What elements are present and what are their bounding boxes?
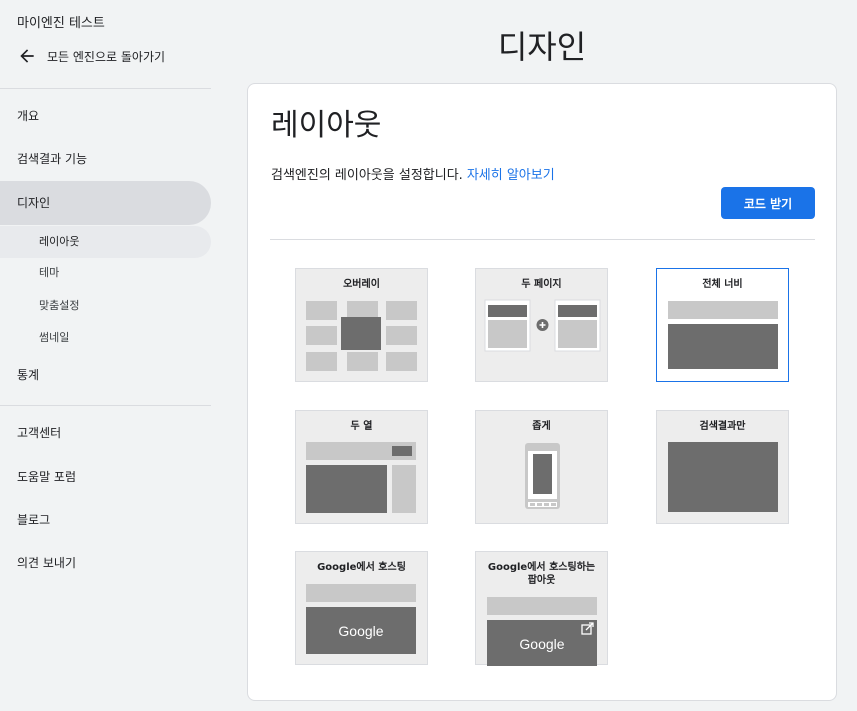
- card-description: 검색엔진의 레이아웃을 설정합니다. 자세히 알아보기: [271, 164, 555, 183]
- card-title: 레이아웃: [271, 108, 382, 143]
- get-code-button[interactable]: 코드 받기: [721, 187, 815, 219]
- sidebar-item-help-center[interactable]: 고객센터: [0, 411, 211, 455]
- sidebar-item-help-forum[interactable]: 도움말 포럼: [0, 455, 211, 499]
- layout-option-two-page[interactable]: 두 페이지: [475, 268, 608, 382]
- back-to-engines-link[interactable]: 모든 엔진으로 돌아가기: [17, 46, 165, 66]
- sidebar-item-overview[interactable]: 개요: [0, 94, 211, 138]
- phone-layout-icon: [525, 443, 560, 509]
- layout-option-google-hosted[interactable]: Google에서 호스팅 Google: [295, 551, 428, 665]
- sidebar-divider: [0, 405, 211, 406]
- card-divider: [270, 239, 815, 240]
- layout-option-overlay[interactable]: 오버레이: [295, 268, 428, 382]
- page-title: 디자인: [497, 28, 587, 66]
- layout-option-results-only[interactable]: 검색결과만: [656, 410, 789, 524]
- google-logo-text: Google: [519, 636, 564, 652]
- overlay-layout-icon: [306, 301, 417, 371]
- learn-more-link[interactable]: 자세히 알아보기: [467, 168, 555, 183]
- layout-option-compact[interactable]: 좁게: [475, 410, 608, 524]
- sidebar-item-feedback[interactable]: 의견 보내기: [0, 541, 211, 585]
- sidebar-item-blog[interactable]: 블로그: [0, 498, 211, 542]
- two-page-layout-icon: [484, 299, 601, 352]
- sidebar-subitem-theme[interactable]: 테마: [0, 257, 211, 289]
- layout-option-two-column[interactable]: 두 열: [295, 410, 428, 524]
- sidebar-item-design[interactable]: 디자인: [0, 181, 211, 225]
- google-popup-layout-icon: Google: [487, 597, 597, 666]
- google-logo-text: Google: [338, 623, 383, 639]
- full-width-layout-icon: [668, 301, 778, 369]
- back-label: 모든 엔진으로 돌아가기: [47, 49, 166, 64]
- sidebar-subitem-customize[interactable]: 맞춤설정: [0, 290, 211, 322]
- sidebar-subitem-layout[interactable]: 레이아웃: [0, 226, 211, 258]
- layout-option-full-width[interactable]: 전체 너비: [656, 268, 789, 382]
- description-text: 검색엔진의 레이아웃을 설정합니다.: [271, 168, 463, 183]
- layout-card: 레이아웃 검색엔진의 레이아웃을 설정합니다. 자세히 알아보기 코드 받기 오버…: [247, 83, 837, 701]
- results-only-layout-icon: [668, 442, 778, 512]
- engine-name: 마이엔진 테스트: [17, 16, 105, 31]
- sidebar-item-stats[interactable]: 통계: [0, 353, 211, 397]
- sidebar: 마이엔진 테스트 모든 엔진으로 돌아가기 개요 검색결과 기능 디자인 레이아…: [0, 0, 211, 711]
- sidebar-item-search-features[interactable]: 검색결과 기능: [0, 137, 211, 181]
- sidebar-divider: [0, 88, 211, 89]
- sidebar-subitem-thumbnail[interactable]: 썸네일: [0, 322, 211, 354]
- layout-option-google-hosted-popup[interactable]: Google에서 호스팅하는 팝아웃 Google: [475, 551, 608, 666]
- google-hosted-layout-icon: Google: [306, 584, 416, 654]
- arrow-left-icon: [20, 49, 34, 63]
- two-column-layout-icon: [306, 442, 416, 513]
